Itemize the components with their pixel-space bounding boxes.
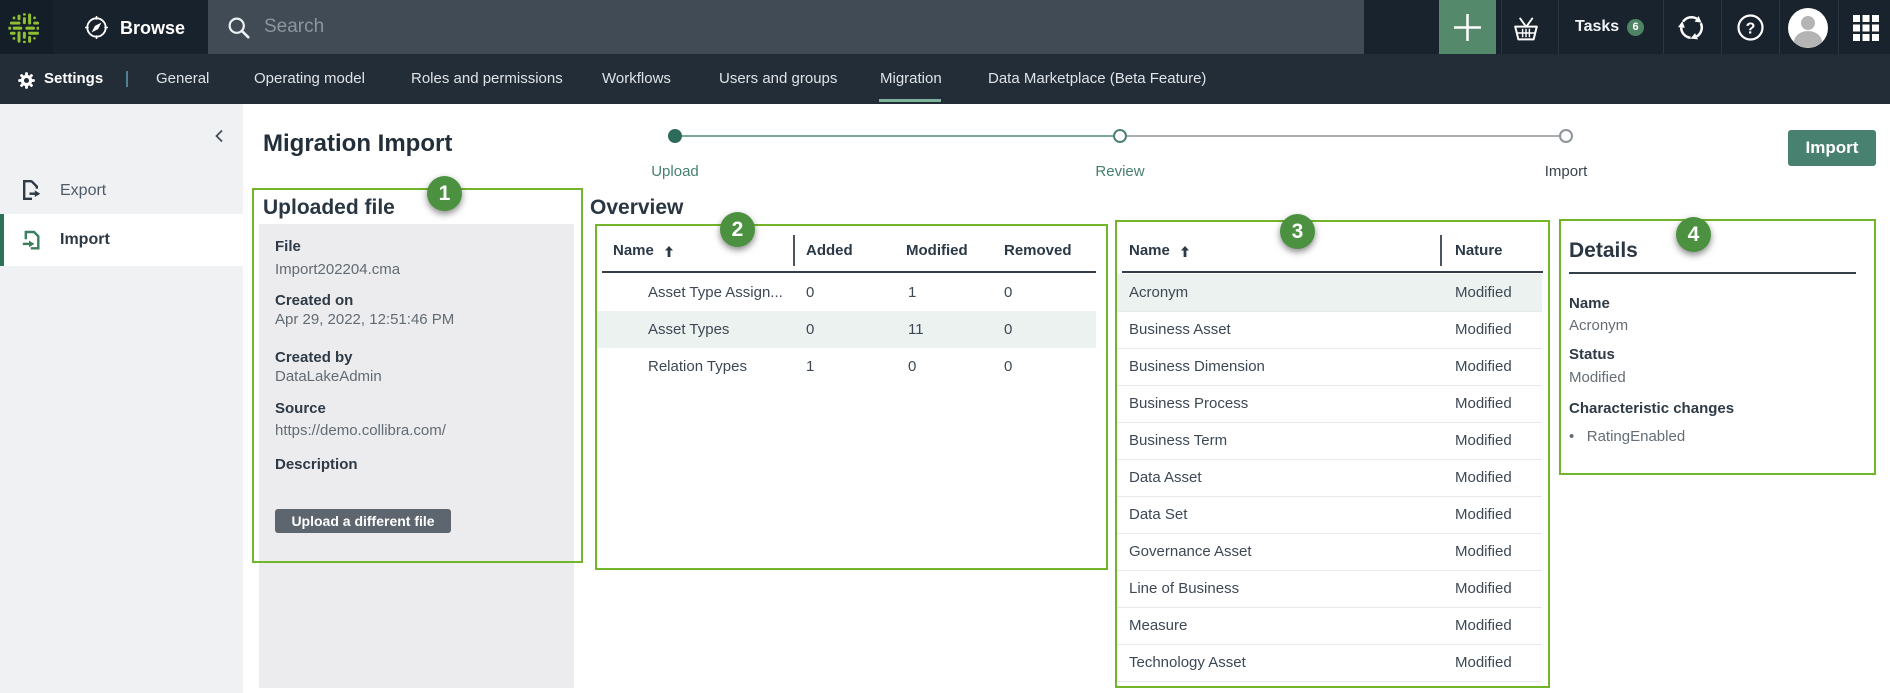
svg-text:?: ?: [1746, 21, 1756, 38]
